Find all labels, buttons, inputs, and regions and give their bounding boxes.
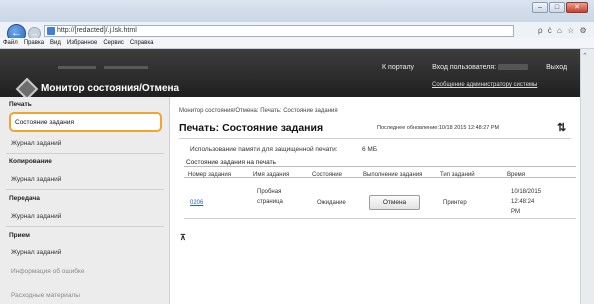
minimize-button[interactable]: – [532, 2, 548, 13]
redacted-block [58, 66, 96, 69]
sidebar-item-receive-job-log[interactable]: Журнал заданий [11, 249, 61, 256]
gear-icon[interactable]: ⚙ [580, 26, 587, 35]
sidebar-head-copy: Копирование [9, 158, 52, 165]
sidebar-divider [6, 226, 164, 227]
sidebar-head-print: Печать [9, 101, 32, 108]
portal-link[interactable]: К порталу [382, 64, 414, 71]
table-row-divider [184, 218, 576, 219]
sidebar-divider [6, 189, 164, 190]
column-header: Имя задания [253, 172, 290, 178]
sidebar-item-print-job-status[interactable]: Состояние задания [15, 119, 74, 126]
url-input[interactable]: http://[redacted]/.j.lsk.html [44, 25, 514, 37]
table-heading: Состояние задания на печать [186, 159, 276, 166]
home-icon[interactable]: ⌂ [557, 26, 562, 35]
sidebar-item-copy-job-log[interactable]: Журнал заданий [11, 176, 61, 183]
url-text: http://[redacted]/.j.lsk.html [57, 27, 137, 34]
job-name: Пробная страница [257, 187, 283, 207]
header-links: К порталу Вход пользователя: Выход [382, 64, 567, 71]
refresh-icon[interactable]: ċ [548, 26, 552, 35]
menu-tools[interactable]: Сервис [103, 38, 124, 48]
sidebar-item-print-job-log[interactable]: Журнал заданий [11, 140, 61, 147]
job-name-line: страница [257, 199, 283, 205]
memory-usage-label: Использование памяти для защищенной печа… [190, 146, 338, 153]
job-time-line: PM [511, 209, 520, 215]
column-header: Выполнение задания [363, 172, 423, 178]
login-label: Вход пользователя: [432, 64, 497, 71]
admin-message-link[interactable]: Сообщение администратору системы [432, 82, 537, 88]
divider [179, 138, 571, 139]
menu-favorites[interactable]: Избранное [67, 38, 97, 48]
browser-titlebar [0, 0, 594, 22]
sidebar-head-receive: Прием [9, 232, 30, 239]
column-header: Время [507, 172, 526, 178]
job-time-line: 12:48:24 [511, 199, 535, 205]
job-status: Ожидание [317, 200, 346, 206]
refresh-icon[interactable]: ⇅ [557, 121, 566, 134]
browser-toolbar-icons: ρ ċ ⌂ ☆ ⚙ [538, 26, 590, 35]
redacted-username [498, 64, 529, 71]
cancel-job-button[interactable]: Отмена [369, 195, 420, 210]
logout-link[interactable]: Выход [546, 64, 567, 71]
job-time: 10/18/2015 12:48:24 PM [511, 187, 541, 217]
menu-edit[interactable]: Правка [24, 38, 44, 48]
sidebar-item-transmit-job-log[interactable]: Журнал заданий [11, 213, 61, 220]
close-button[interactable]: ✕ [566, 2, 588, 13]
sidebar-item-consumables[interactable]: Расходные материалы [11, 292, 80, 299]
column-header: Тип заданий [440, 172, 475, 178]
last-updated: Последнее обновление:10/18 2015 12:48:27… [377, 125, 500, 131]
job-name-line: Пробная [257, 189, 282, 195]
job-time-line: 10/18/2015 [511, 189, 542, 195]
job-number-link[interactable]: 0206 [190, 198, 203, 208]
search-icon[interactable]: ρ [538, 26, 543, 35]
sidebar-head-transmit: Передача [9, 195, 40, 202]
menu-file[interactable]: Файл [3, 38, 18, 48]
scroll-up-icon[interactable]: ⌃ [582, 52, 588, 60]
favorites-icon[interactable]: ☆ [567, 26, 574, 35]
page-title: Монитор состояния/Отмена [41, 83, 180, 94]
scrollbar[interactable] [580, 49, 594, 304]
column-header: Состояние [312, 172, 342, 178]
maximize-button[interactable]: □ [549, 2, 565, 13]
login-info: Вход пользователя: [432, 64, 529, 71]
menu-view[interactable]: Вид [50, 38, 61, 48]
browser-menubar: Файл Правка Вид Избранное Сервис Справка [0, 38, 594, 49]
redacted-block [104, 66, 148, 69]
content-title: Печать: Состояние задания [179, 122, 324, 134]
scroll-to-top-icon[interactable]: ⊼ [180, 233, 186, 242]
page-icon [47, 27, 55, 35]
breadcrumb: Монитор состояния/Отмена: Печать: Состоя… [179, 108, 338, 114]
job-number[interactable]: 0206 [190, 200, 203, 206]
column-header: Номер задания [188, 172, 231, 178]
memory-usage-value: 6 MБ [362, 146, 378, 153]
menu-help[interactable]: Справка [130, 38, 154, 48]
window-controls: – □ ✕ [532, 2, 588, 13]
job-type: Принтер [443, 200, 467, 206]
sidebar-divider [6, 153, 164, 154]
sidebar-item-error-info[interactable]: Информация об ошибке [11, 268, 84, 275]
